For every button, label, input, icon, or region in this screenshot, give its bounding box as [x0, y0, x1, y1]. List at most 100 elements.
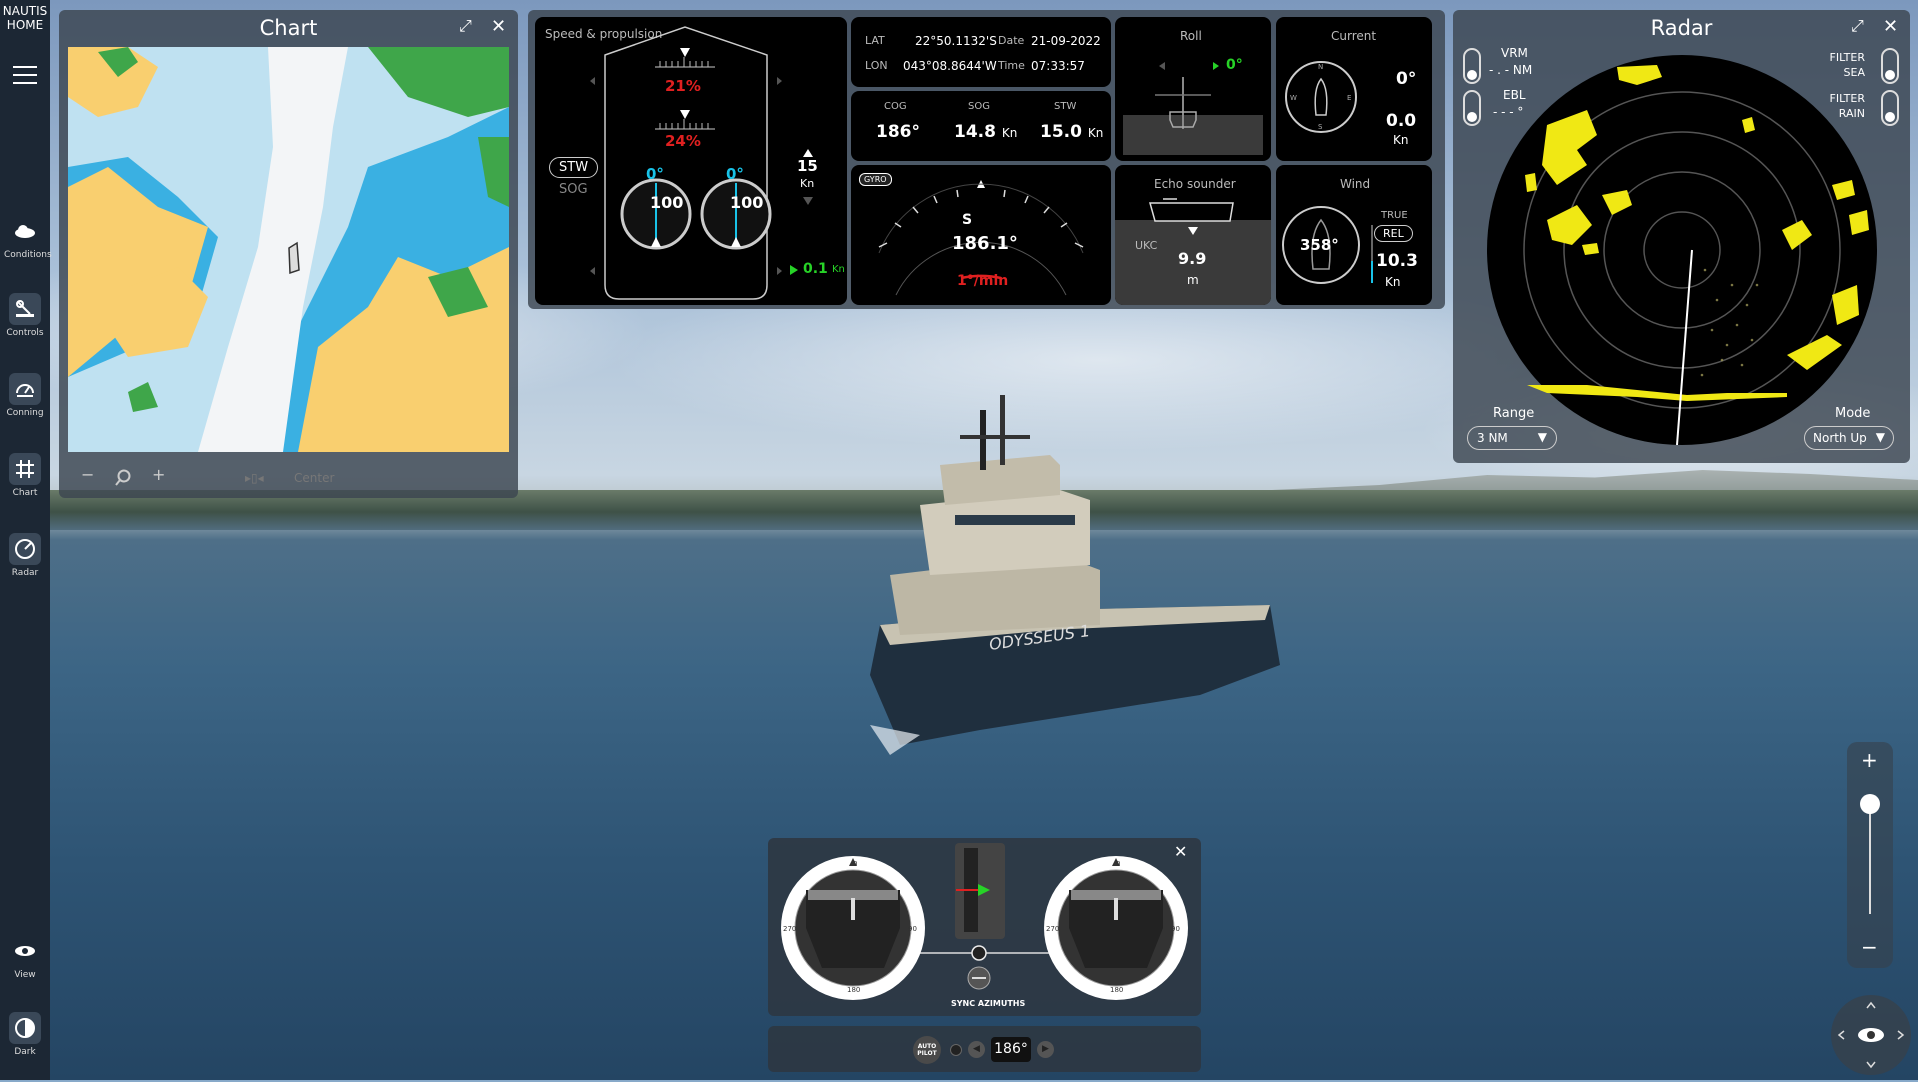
zoom-in-button[interactable]: +: [1861, 748, 1878, 772]
wind-rel-toggle[interactable]: REL: [1374, 225, 1413, 242]
lat-label: LAT: [865, 34, 885, 47]
heading-cardinal: S: [962, 212, 973, 228]
stw-toggle[interactable]: STW: [549, 157, 599, 178]
nautical-chart-map[interactable]: [68, 47, 509, 452]
ebl-toggle[interactable]: [1463, 90, 1481, 126]
expand-icon[interactable]: ⤢: [459, 16, 472, 36]
sync-joint: [971, 945, 987, 961]
zoom-out-button[interactable]: −: [1861, 935, 1878, 959]
camera-view-pad[interactable]: [1831, 995, 1911, 1075]
port-azimuth-dial[interactable]: [781, 856, 925, 1000]
controls-icon: [16, 300, 34, 317]
sog-toggle[interactable]: SOG: [559, 182, 588, 197]
chart-zoom-in-button[interactable]: +: [152, 465, 165, 484]
chevron-down-icon: ▼: [1875, 430, 1885, 444]
sync-lever[interactable]: [955, 843, 1005, 939]
wind-direction: 358°: [1300, 236, 1339, 254]
svg-text:E: E: [1347, 94, 1351, 102]
chart-zoom-out-button[interactable]: −: [81, 465, 94, 484]
mode-label: Mode: [1835, 406, 1871, 421]
mode-dropdown[interactable]: North Up ▼: [1804, 426, 1894, 450]
close-icon[interactable]: ✕: [1883, 16, 1898, 37]
thruster1-percent: 21%: [665, 77, 701, 95]
sog-value: 14.8: [954, 122, 996, 142]
nav-conditions[interactable]: Conditions: [4, 215, 52, 285]
range-dropdown[interactable]: 3 NM ▼: [1467, 426, 1557, 450]
date-label: Date: [998, 34, 1025, 47]
camera-view-icon: [1837, 1001, 1905, 1069]
heading-value: 186.1°: [952, 233, 1018, 254]
stbd-dial-0: 0: [1116, 860, 1121, 868]
course-tile: COG 186° SOG 14.8 Kn STW 15.0 Kn: [851, 91, 1111, 161]
left-nav-bar: NAUTIS HOME Conditions Controls Conning C…: [0, 0, 52, 1082]
svg-text:S: S: [1318, 123, 1323, 131]
cloud-icon: [15, 225, 35, 238]
center-ship-icon[interactable]: ▸▯◂: [245, 471, 264, 485]
time-value: 07:33:57: [1031, 59, 1085, 73]
nav-dark[interactable]: Dark: [4, 1012, 46, 1082]
vessel-3d-model: ODYSSEUS 1: [870, 395, 1280, 755]
rate-of-turn: 1°/min: [957, 273, 1009, 289]
nav-chart[interactable]: Chart: [4, 453, 46, 523]
chart-panel-title: Chart: [259, 16, 318, 40]
camera-zoom-slider: + −: [1847, 742, 1893, 968]
zoom-track[interactable]: [1869, 802, 1871, 914]
own-ship-marker: [288, 241, 300, 275]
zoom-thumb[interactable]: [1860, 794, 1880, 814]
autopilot-indicator: [950, 1044, 962, 1056]
azimuth-dials: [781, 843, 1188, 1000]
chart-center-button[interactable]: Center: [294, 471, 334, 485]
depth-value: 9.9: [1178, 249, 1207, 268]
heading-increase-button[interactable]: ▶: [1037, 1041, 1054, 1058]
contrast-icon: [15, 1018, 35, 1038]
nav-radar-label: Radar: [11, 568, 39, 578]
vrm-toggle[interactable]: [1463, 48, 1481, 84]
range-label: Range: [1493, 406, 1535, 421]
radar-panel: Radar ⤢ ✕ VRM - . - NM EBL - - - ° FILTE…: [1453, 10, 1910, 463]
date-value: 21-09-2022: [1031, 34, 1101, 48]
lon-label: LON: [865, 59, 888, 72]
expand-icon[interactable]: ⤢: [1851, 16, 1864, 36]
nav-chart-label: Chart: [12, 488, 38, 498]
stbd-dial-180: 180: [1110, 986, 1124, 994]
autopilot-button[interactable]: AUTO PILOT: [913, 1036, 941, 1064]
nav-conning[interactable]: Conning: [4, 373, 46, 443]
nav-controls-label: Controls: [6, 328, 44, 338]
time-label: Time: [998, 59, 1025, 72]
stw-unit: Kn: [1087, 126, 1104, 140]
position-tile: LAT 22°50.1132'S LON 043°08.8644'W Date …: [851, 17, 1111, 87]
radar-icon: [15, 539, 35, 559]
sync-azimuths-label: SYNC AZIMUTHS: [951, 999, 1026, 1008]
filter-rain-toggle[interactable]: [1881, 90, 1899, 126]
nav-conditions-label: Conditions: [4, 250, 52, 260]
heading-decrease-button[interactable]: ◀: [968, 1041, 985, 1058]
filter-sea-toggle[interactable]: [1881, 48, 1899, 84]
cog-label: COG: [884, 101, 907, 112]
nav-view[interactable]: View: [4, 935, 46, 1005]
stbd-azimuth-dial[interactable]: [1044, 856, 1188, 1000]
hamburger-menu-icon[interactable]: [13, 66, 37, 84]
thruster2-percent: 24%: [665, 132, 701, 150]
search-icon[interactable]: [114, 469, 132, 487]
nav-radar[interactable]: Radar: [4, 533, 46, 603]
nav-controls[interactable]: Controls: [4, 293, 46, 363]
nav-conning-label: Conning: [6, 408, 44, 418]
azimuth-controls-panel: ✕ 0 90 180 270 0 90 180 270 SYNC AZIMUTH…: [768, 838, 1201, 1016]
azimuth2-rpm: 100: [730, 193, 764, 212]
wind-speed: 10.3: [1376, 251, 1418, 271]
stbd-dial-90: 90: [1171, 925, 1180, 933]
radar-ppi-display[interactable]: [1487, 55, 1877, 445]
nav-dark-label: Dark: [14, 1047, 36, 1057]
stbd-dial-270: 270: [1046, 925, 1060, 933]
app-brand[interactable]: NAUTIS HOME: [0, 4, 50, 32]
stw-value: 15.0: [1040, 122, 1082, 142]
latitude-value: 22°50.1132'S: [915, 34, 997, 48]
stw-label: STW: [1054, 101, 1077, 112]
wind-true-toggle[interactable]: TRUE: [1381, 210, 1408, 221]
wind-tile: Wind 358° TRUE REL 10.3 Kn: [1276, 165, 1432, 305]
drift-unit: Kn: [832, 264, 845, 275]
azimuth1-rpm: 100: [650, 193, 684, 212]
speed-value: 15: [797, 157, 818, 175]
cog-value: 186°: [876, 122, 920, 142]
close-icon[interactable]: ✕: [491, 16, 506, 37]
